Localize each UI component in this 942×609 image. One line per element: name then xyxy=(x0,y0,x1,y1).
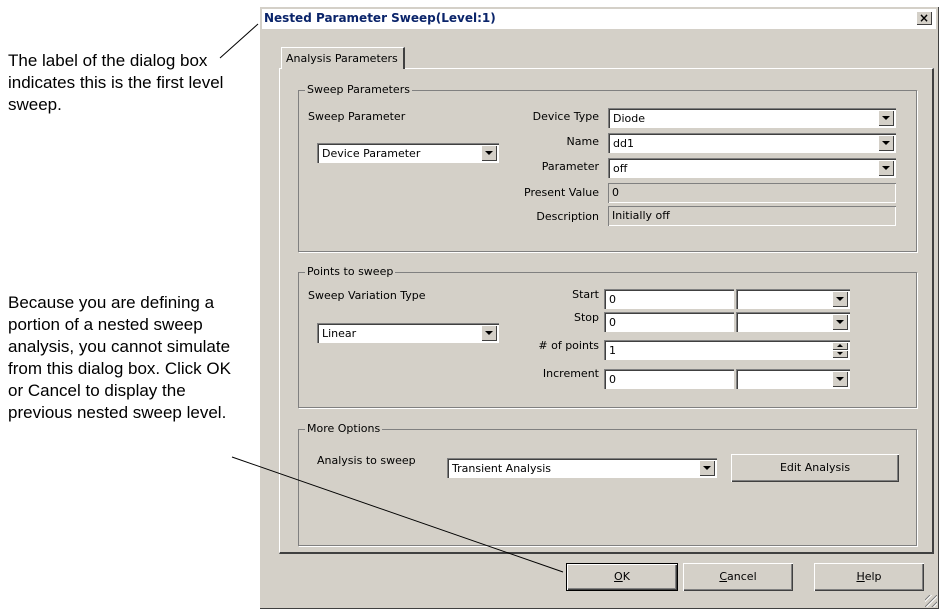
start-label: Start xyxy=(572,288,599,301)
increment-input[interactable]: 0 xyxy=(604,369,734,389)
ok-hotkey: O xyxy=(614,570,623,583)
present-value-label: Present Value xyxy=(524,186,599,199)
points-to-sweep-group: Points to sweep Sweep Variation Type Lin… xyxy=(298,265,917,408)
close-icon[interactable]: × xyxy=(916,11,932,25)
sweep-parameter-label: Sweep Parameter xyxy=(308,110,406,123)
stop-input[interactable]: 0 xyxy=(604,312,734,332)
field-value: Initially off xyxy=(612,209,670,222)
edit-analysis-button[interactable]: Edit Analysis xyxy=(731,454,899,482)
stop-unit-select[interactable] xyxy=(736,312,850,332)
start-input[interactable]: 0 xyxy=(604,289,734,309)
help-label: elp xyxy=(864,570,882,583)
field-value: 0 xyxy=(609,316,616,329)
increment-unit-select[interactable] xyxy=(736,369,850,389)
chevron-down-icon[interactable] xyxy=(832,291,848,307)
tab-label: Analysis Parameters xyxy=(286,52,398,65)
description-label: Description xyxy=(536,210,599,223)
annotation-nested-note: Because you are defining a portion of a … xyxy=(8,293,231,422)
more-options-group: More Options Analysis to sweep Transient… xyxy=(298,422,917,546)
device-type-label: Device Type xyxy=(532,110,599,123)
description-field: Initially off xyxy=(608,206,896,226)
start-unit-select[interactable] xyxy=(736,289,850,309)
chevron-down-icon[interactable] xyxy=(481,325,497,341)
dialog-title: Nested Parameter Sweep(Level:1) xyxy=(264,11,496,25)
group-legend: Points to sweep xyxy=(305,265,396,278)
annotation-level-note: The label of the dialog box indicates th… xyxy=(8,51,224,114)
num-points-label: # of points xyxy=(538,339,599,352)
field-value: 0 xyxy=(612,186,619,199)
increment-label: Increment xyxy=(542,367,599,380)
chevron-down-icon[interactable] xyxy=(878,135,894,151)
name-label: Name xyxy=(566,135,599,148)
group-legend: Sweep Parameters xyxy=(305,83,412,96)
analysis-select[interactable]: Transient Analysis xyxy=(447,458,717,478)
field-value: 0 xyxy=(609,373,616,386)
group-legend: More Options xyxy=(305,422,383,435)
help-hotkey: H xyxy=(856,570,865,583)
parameter-select[interactable]: off xyxy=(608,158,896,178)
sweep-parameter-select[interactable]: Device Parameter xyxy=(317,143,499,163)
field-value: 0 xyxy=(609,293,616,306)
analysis-to-sweep-label: Analysis to sweep xyxy=(317,454,416,467)
sweep-variation-select[interactable]: Linear xyxy=(317,323,499,343)
dialog-titlebar: Nested Parameter Sweep(Level:1) × xyxy=(262,9,936,29)
select-value: off xyxy=(613,162,628,175)
select-value: Device Parameter xyxy=(322,147,421,160)
tab-panel: Sweep Parameters Sweep Parameter Device … xyxy=(279,68,934,554)
device-type-select[interactable]: Diode xyxy=(608,108,896,128)
cancel-button[interactable]: Cancel xyxy=(683,563,793,591)
name-select[interactable]: dd1 xyxy=(608,133,896,153)
select-value: dd1 xyxy=(613,137,634,150)
ok-label: K xyxy=(622,570,630,583)
resize-grip-icon[interactable] xyxy=(925,595,937,607)
ok-button[interactable]: OK xyxy=(566,563,678,591)
cancel-label: ancel xyxy=(727,570,757,583)
chevron-down-icon[interactable] xyxy=(878,160,894,176)
stop-label: Stop xyxy=(573,311,599,324)
tab-analysis-parameters[interactable]: Analysis Parameters xyxy=(281,47,405,69)
cancel-hotkey: C xyxy=(719,570,728,583)
chevron-down-icon[interactable] xyxy=(832,371,848,387)
num-points-stepper[interactable]: 1 xyxy=(604,340,850,360)
select-value: Linear xyxy=(322,327,357,340)
parameter-label: Parameter xyxy=(541,160,599,173)
field-value: 1 xyxy=(609,344,616,357)
chevron-down-icon[interactable] xyxy=(832,314,848,330)
nested-sweep-dialog: Nested Parameter Sweep(Level:1) × Analys… xyxy=(259,6,939,609)
chevron-down-icon[interactable] xyxy=(878,110,894,126)
select-value: Diode xyxy=(613,112,646,125)
sweep-variation-label: Sweep Variation Type xyxy=(308,289,426,302)
help-button[interactable]: Help xyxy=(814,563,924,591)
present-value-field: 0 xyxy=(608,183,896,203)
spin-arrows-icon[interactable] xyxy=(832,342,848,358)
select-value: Transient Analysis xyxy=(452,462,551,475)
sweep-parameters-group: Sweep Parameters Sweep Parameter Device … xyxy=(298,83,917,252)
chevron-down-icon[interactable] xyxy=(699,460,715,476)
